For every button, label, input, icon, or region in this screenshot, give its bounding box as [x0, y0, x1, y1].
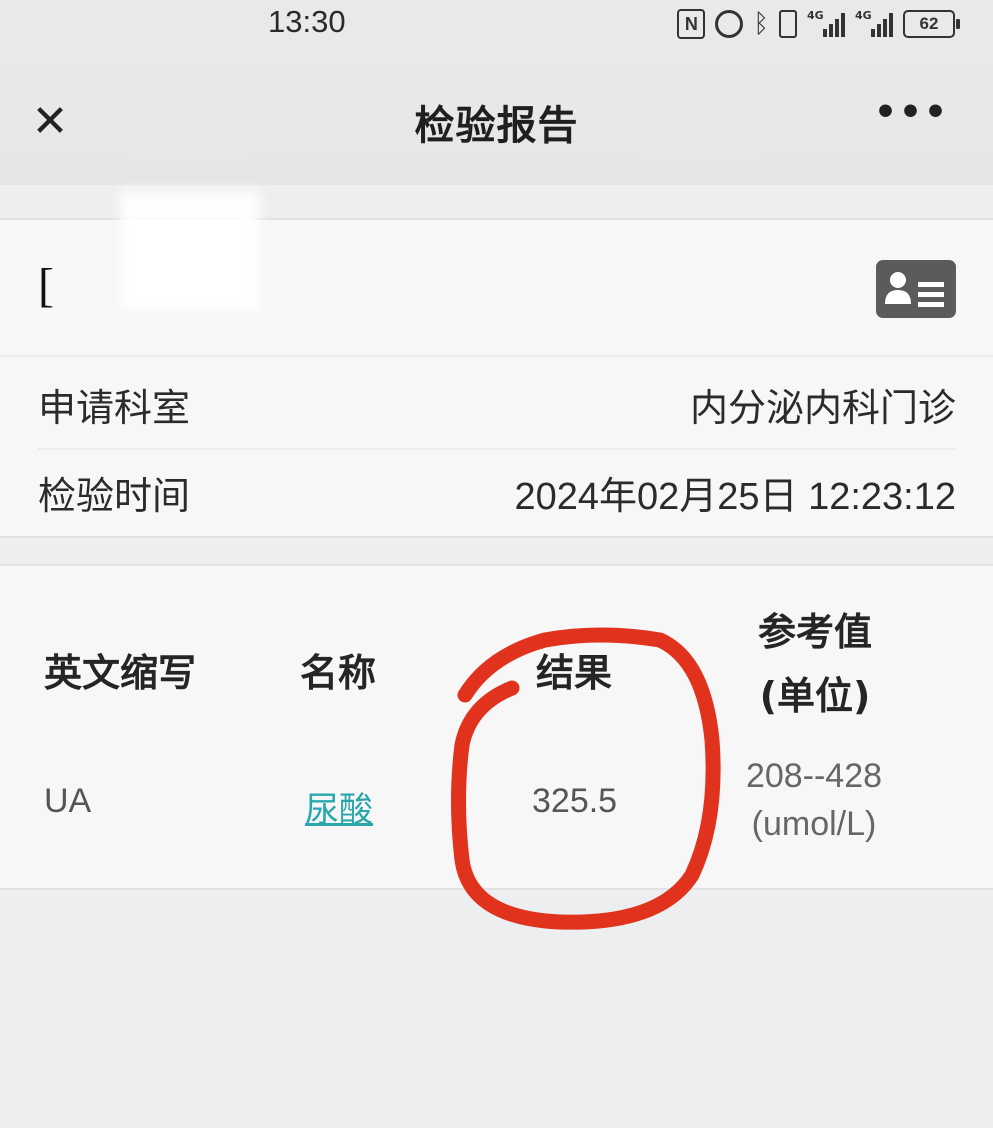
nfc-icon: N — [677, 9, 706, 39]
status-icons: N ᛒ 4G 4G 62 — [677, 6, 960, 42]
header-reference: 参考值 (单位) — [740, 600, 890, 728]
department-row: 申请科室 内分泌内科门诊 — [38, 360, 956, 450]
cell-reference: 208--428 (umol/L) — [730, 752, 898, 848]
cell-name-link[interactable]: 尿酸 — [305, 782, 373, 831]
results-card: 英文缩写 名称 结果 参考值 (单位) UA 尿酸 325.5 208--428… — [0, 564, 993, 890]
test-time-label: 检验时间 — [38, 473, 191, 518]
header-reference-line2: (单位) — [759, 674, 871, 718]
signal-4g-icon: 4G — [807, 9, 845, 37]
header-reference-line1: 参考值 — [757, 610, 872, 654]
status-time: 13:30 — [268, 4, 346, 39]
status-bar: 13:30 N ᛒ 4G 4G 62 — [0, 0, 993, 55]
department-label: 申请科室 — [38, 385, 191, 430]
nav-bar: ✕ 检验报告 ••• — [0, 55, 993, 185]
vibrate-icon — [779, 10, 797, 38]
cell-reference-unit: (umol/L) — [751, 805, 877, 843]
patient-row: [ — [0, 190, 993, 357]
network-label: 4G — [855, 9, 872, 22]
network-label: 4G — [807, 9, 824, 22]
header-result: 结果 — [536, 651, 613, 695]
redaction-blur — [120, 190, 260, 310]
bluetooth-icon: ᛒ — [753, 9, 769, 39]
test-time-row: 检验时间 2024年02月25日 12:23:12 — [38, 448, 956, 536]
page-title: 检验报告 — [414, 103, 579, 149]
id-card-icon[interactable] — [876, 260, 956, 318]
patient-info-card: [ 申请科室 内分泌内科门诊 检验时间 2024年02月25日 12:23:12 — [0, 190, 993, 538]
header-name: 名称 — [300, 651, 377, 695]
more-menu-button[interactable]: ••• — [874, 95, 949, 131]
patient-name: [ — [38, 259, 54, 312]
battery-icon: 62 — [903, 10, 960, 38]
cell-reference-range: 208--428 — [745, 757, 883, 795]
cell-abbreviation: UA — [44, 782, 92, 820]
alarm-icon — [715, 10, 744, 38]
test-time-value: 2024年02月25日 12:23:12 — [514, 475, 956, 518]
signal-4g-icon: 4G — [855, 9, 893, 37]
department-value: 内分泌内科门诊 — [689, 387, 956, 430]
cell-result: 325.5 — [532, 782, 618, 820]
header-abbreviation: 英文缩写 — [44, 651, 197, 695]
